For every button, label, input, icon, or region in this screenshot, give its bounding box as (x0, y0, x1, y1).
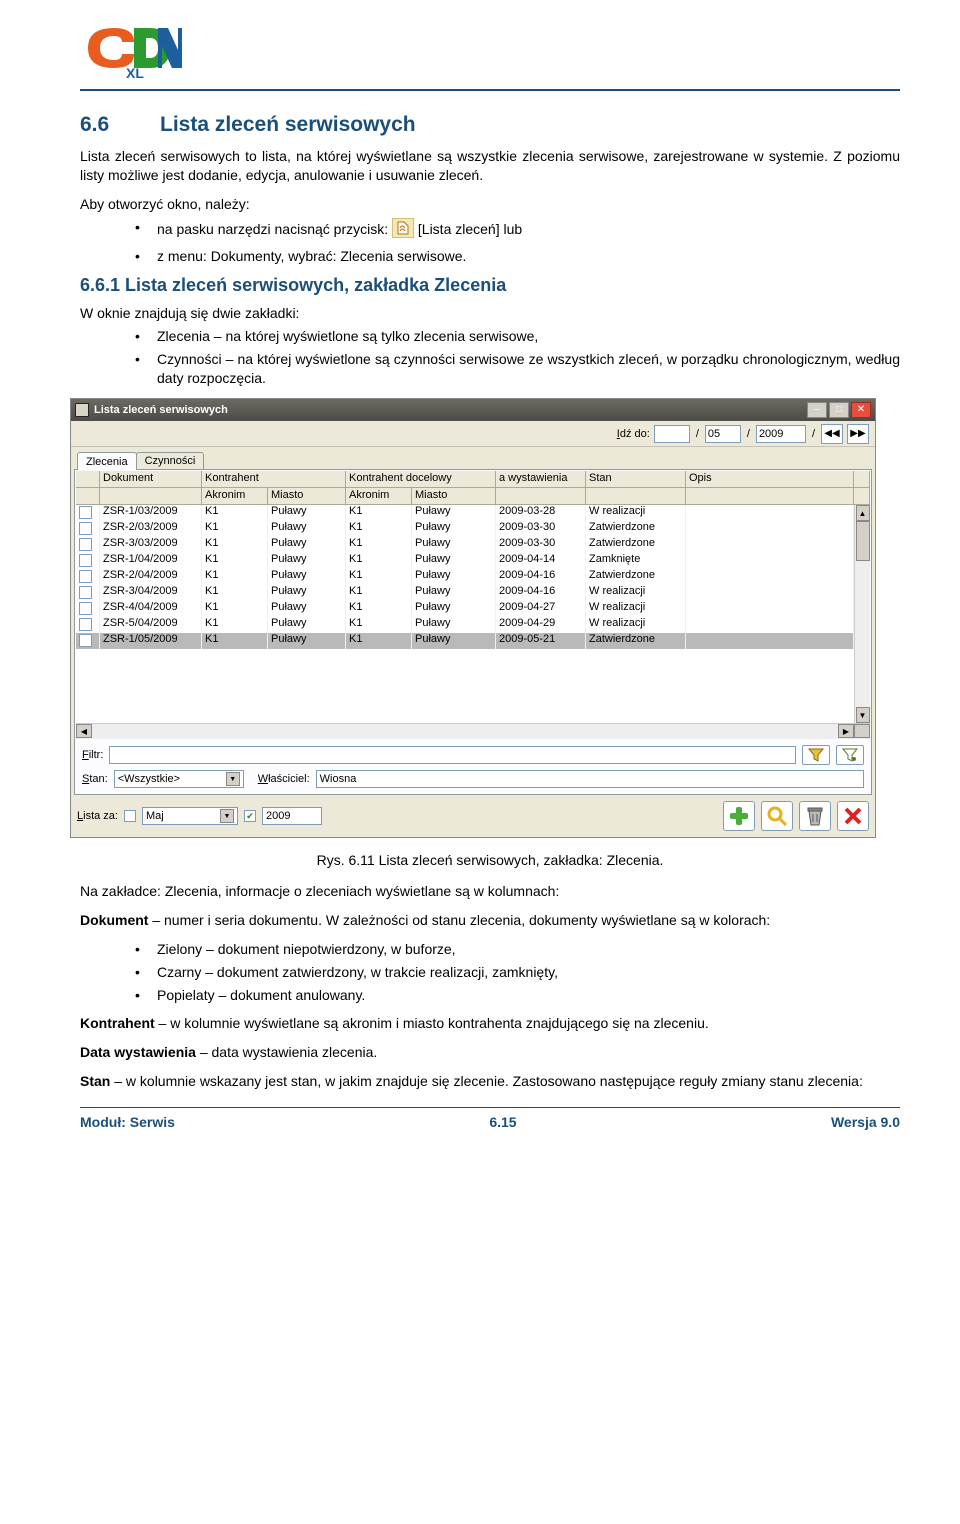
tab-zlecenia[interactable]: Zlecenia (77, 452, 137, 470)
col-data: Data wystawienia – data wystawienia zlec… (80, 1043, 900, 1062)
tabs-list: Zlecenia – na której wyświetlone są tylk… (80, 327, 900, 388)
goto-month[interactable]: 05 (705, 425, 741, 443)
title-bar[interactable]: Lista zleceń serwisowych – □ ✕ (71, 399, 875, 421)
list-item: Zlecenia – na której wyświetlone są tylk… (135, 327, 900, 346)
footer-center: 6.15 (489, 1114, 516, 1130)
status-label: Stan: (82, 773, 108, 785)
next-button[interactable]: ▶▶ (847, 424, 869, 444)
scroll-right-icon[interactable]: ▶ (838, 724, 854, 738)
month-checkbox[interactable] (124, 810, 136, 822)
year-input[interactable]: 2009 (262, 807, 322, 825)
goto-day[interactable] (654, 425, 690, 443)
table-row[interactable]: ZSR-2/03/2009K1PuławyK1Puławy2009-03-30Z… (76, 521, 870, 537)
window-icon (75, 403, 89, 417)
scroll-left-icon[interactable]: ◀ (76, 724, 92, 738)
list-item: Popielaty – dokument anulowany. (135, 986, 900, 1005)
filter-row: Filtr: (82, 743, 864, 767)
close-panel-button[interactable] (837, 801, 869, 831)
table-row[interactable]: ZSR-3/04/2009K1PuławyK1Puławy2009-04-16W… (76, 585, 870, 601)
funnel-run-button[interactable] (802, 745, 830, 765)
list-item: Czarny – dokument zatwierdzony, w trakci… (135, 963, 900, 982)
grid-header-row-2: Akronim Miasto Akronim Miasto (76, 488, 870, 505)
add-button[interactable] (723, 801, 755, 831)
tab-czynnosci[interactable]: Czynności (136, 452, 205, 469)
col-dokument: Dokument – numer i seria dokumentu. W za… (80, 911, 900, 930)
list-item: na pasku narzędzi nacisnąć przycisk: [Li… (135, 218, 900, 243)
horizontal-scrollbar[interactable]: ◀ ▶ (76, 723, 870, 739)
section-heading: 6.6Lista zleceń serwisowych (80, 113, 900, 137)
list-item: Zielony – dokument niepotwierdzony, w bu… (135, 940, 900, 959)
go-to-bar: Idź do: / 05 / 2009 / ◀◀ ▶▶ (71, 421, 875, 447)
goto-label: Idź do: (617, 428, 650, 440)
scroll-thumb[interactable] (856, 521, 870, 561)
open-instruction: Aby otworzyć okno, należy: (80, 195, 900, 214)
vertical-scrollbar[interactable]: ▲ ▼ (854, 505, 870, 723)
table-row[interactable]: ZSR-1/05/2009K1PuławyK1Puławy2009-05-21Z… (76, 633, 870, 649)
scroll-up-icon[interactable]: ▲ (856, 505, 870, 521)
after-columns-intro: Na zakładce: Zlecenia, informacje o zlec… (80, 882, 900, 901)
bottom-bar: Lista za: Maj▼ ✔ 2009 (71, 798, 875, 837)
sub-intro: W oknie znajdują się dwie zakładki: (80, 304, 900, 323)
delete-button[interactable] (799, 801, 831, 831)
footer-left: Moduł: Serwis (80, 1114, 175, 1130)
maximize-button[interactable]: □ (829, 402, 849, 418)
minimize-button[interactable]: – (807, 402, 827, 418)
data-grid[interactable]: Dokument Kontrahent Kontrahent docelowy … (76, 471, 870, 739)
funnel-build-button[interactable] (836, 745, 864, 765)
filter-label: Filtr: (82, 749, 103, 761)
close-button[interactable]: ✕ (851, 402, 871, 418)
month-combo[interactable]: Maj▼ (142, 807, 238, 825)
status-row: Stan: <Wszystkie>▼ Właściciel: Wiosna (82, 767, 864, 791)
status-combo[interactable]: <Wszystkie>▼ (114, 770, 244, 788)
list-item: z menu: Dokumenty, wybrać: Zlecenia serw… (135, 247, 900, 266)
table-row[interactable]: ZSR-4/04/2009K1PuławyK1Puławy2009-04-27W… (76, 601, 870, 617)
grid-header-row-1: Dokument Kontrahent Kontrahent docelowy … (76, 471, 870, 488)
col-stan: Stan – w kolumnie wskazany jest stan, w … (80, 1072, 900, 1091)
owner-label: Właściciel: (258, 773, 310, 785)
tab-strip: Zlecenia Czynności (71, 447, 875, 469)
toolbar-icon (392, 218, 414, 243)
table-row[interactable]: ZSR-1/03/2009K1PuławyK1Puławy2009-03-28W… (76, 505, 870, 521)
listfor-label: Lista za: (77, 810, 118, 822)
screenshot-window: Lista zleceń serwisowych – □ ✕ Idź do: /… (70, 398, 876, 838)
table-row[interactable]: ZSR-3/03/2009K1PuławyK1Puławy2009-03-30Z… (76, 537, 870, 553)
table-row[interactable]: ZSR-1/04/2009K1PuławyK1Puławy2009-04-14Z… (76, 553, 870, 569)
chevron-down-icon: ▼ (226, 772, 240, 786)
scroll-down-icon[interactable]: ▼ (856, 707, 870, 723)
chevron-down-icon: ▼ (220, 809, 234, 823)
year-checkbox[interactable]: ✔ (244, 810, 256, 822)
prev-button[interactable]: ◀◀ (821, 424, 843, 444)
footer-right: Wersja 9.0 (831, 1114, 900, 1130)
view-button[interactable] (761, 801, 793, 831)
logo: XL (80, 20, 900, 85)
owner-input[interactable]: Wiosna (316, 770, 864, 788)
filter-input[interactable] (109, 746, 796, 764)
list-item: Czynności – na której wyświetlone są czy… (135, 350, 900, 388)
goto-year[interactable]: 2009 (756, 425, 806, 443)
subsection-heading: 6.6.1 Lista zleceń serwisowych, zakładka… (80, 275, 900, 296)
figure-caption: Rys. 6.11 Lista zleceń serwisowych, zakł… (80, 852, 900, 868)
intro-paragraph: Lista zleceń serwisowych to lista, na kt… (80, 147, 900, 185)
open-steps-list: na pasku narzędzi nacisnąć przycisk: [Li… (80, 218, 900, 266)
page-footer: Moduł: Serwis 6.15 Wersja 9.0 (80, 1108, 900, 1130)
table-row[interactable]: ZSR-2/04/2009K1PuławyK1Puławy2009-04-16Z… (76, 569, 870, 585)
col-kontrahent: Kontrahent – w kolumnie wyświetlane są a… (80, 1014, 900, 1033)
header-rule (80, 89, 900, 91)
svg-text:XL: XL (126, 65, 144, 81)
table-row[interactable]: ZSR-5/04/2009K1PuławyK1Puławy2009-04-29W… (76, 617, 870, 633)
colors-list: Zielony – dokument niepotwierdzony, w bu… (80, 940, 900, 1005)
window-title: Lista zleceń serwisowych (94, 404, 805, 416)
